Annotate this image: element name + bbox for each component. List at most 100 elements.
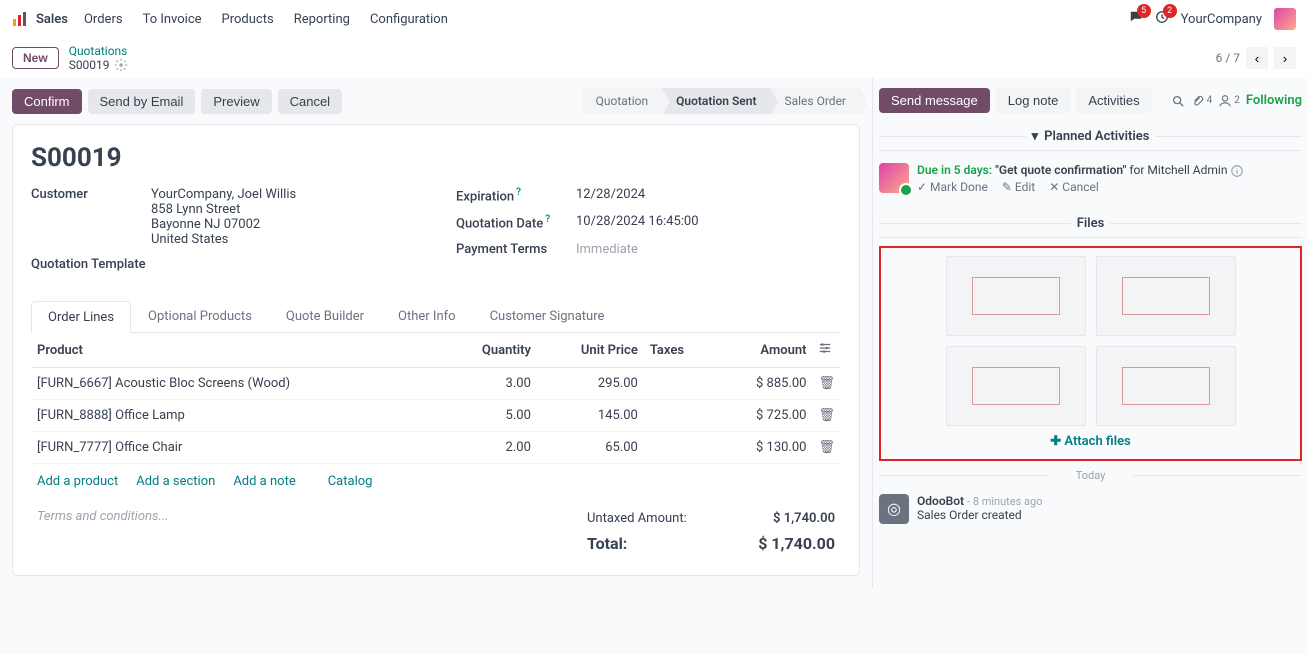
expiration-field[interactable]: 12/28/2024 xyxy=(576,187,841,204)
nav-configuration[interactable]: Configuration xyxy=(370,12,448,27)
cell-quantity[interactable]: 5.00 xyxy=(442,400,537,432)
info-icon[interactable] xyxy=(1230,164,1244,178)
table-row[interactable]: [FURN_8888] Office Lamp 5.00 145.00 $ 72… xyxy=(31,400,841,432)
send-email-button[interactable]: Send by Email xyxy=(88,89,196,114)
cancel-button[interactable]: Cancel xyxy=(278,89,342,114)
action-bar: Confirm Send by Email Preview Cancel Quo… xyxy=(12,78,860,124)
label-expiration: Expiration? xyxy=(456,187,576,204)
send-message-button[interactable]: Send message xyxy=(879,88,990,113)
step-quotation[interactable]: Quotation xyxy=(582,88,662,114)
nav-to-invoice[interactable]: To Invoice xyxy=(143,12,202,27)
cell-product[interactable]: [FURN_7777] Office Chair xyxy=(31,432,442,464)
chat-badge: 5 xyxy=(1137,4,1151,18)
tab-optional-products[interactable]: Optional Products xyxy=(131,300,269,332)
activities-button[interactable]: Activities xyxy=(1076,88,1151,113)
activity-title: "Get quote confirmation" xyxy=(995,163,1126,177)
file-thumbnail[interactable] xyxy=(946,256,1086,336)
chatter: Send message Log note Activities 4 2 Fol… xyxy=(872,78,1308,588)
customer-field[interactable]: YourCompany, Joel Willis 858 Lynn Street… xyxy=(151,187,416,247)
step-quotation-sent[interactable]: Quotation Sent xyxy=(662,88,770,114)
help-icon[interactable]: ? xyxy=(516,187,521,198)
add-product-link[interactable]: Add a product xyxy=(37,474,118,489)
file-thumbnail[interactable] xyxy=(946,346,1086,426)
log-note-button[interactable]: Log note xyxy=(996,88,1071,113)
paperclip-icon xyxy=(1191,94,1205,108)
totals: Untaxed Amount: $ 1,740.00 Total: $ 1,74… xyxy=(581,507,841,557)
breadcrumb-bar: New Quotations S00019 6 / 7 ‹ › xyxy=(0,38,1308,78)
cell-taxes[interactable] xyxy=(644,400,716,432)
user-avatar[interactable] xyxy=(1274,8,1296,30)
app-logo-icon xyxy=(12,11,28,27)
followers-count[interactable]: 2 xyxy=(1218,94,1240,108)
tab-order-lines[interactable]: Order Lines xyxy=(31,301,131,333)
breadcrumb-parent[interactable]: Quotations xyxy=(69,44,1216,58)
columns-settings-icon[interactable] xyxy=(818,341,832,355)
quotation-date-field[interactable]: 10/28/2024 16:45:00 xyxy=(576,214,841,231)
activity-badge: 2 xyxy=(1163,4,1177,18)
tab-quote-builder[interactable]: Quote Builder xyxy=(269,300,381,332)
col-unit-price: Unit Price xyxy=(537,333,644,368)
log-entry: ◎ OdooBot - 8 minutes ago Sales Order cr… xyxy=(879,490,1302,528)
mark-done-button[interactable]: ✓ Mark Done xyxy=(917,180,988,194)
activity-clock-icon[interactable]: 2 xyxy=(1155,10,1169,28)
cell-taxes[interactable] xyxy=(644,368,716,400)
pager-prev[interactable]: ‹ xyxy=(1246,47,1268,69)
terms-input[interactable]: Terms and conditions... xyxy=(31,499,581,557)
step-sales-order[interactable]: Sales Order xyxy=(770,88,860,114)
plus-icon: ✚ xyxy=(1050,434,1061,449)
cancel-activity-button[interactable]: ✕ Cancel xyxy=(1049,180,1099,194)
pager-next[interactable]: › xyxy=(1274,47,1296,69)
search-icon[interactable] xyxy=(1171,94,1185,108)
delete-line-icon[interactable]: 🗑 xyxy=(818,376,835,391)
quotation-template-field[interactable] xyxy=(151,257,416,272)
app-name[interactable]: Sales xyxy=(36,12,68,27)
pager-text: 6 / 7 xyxy=(1216,51,1240,65)
activity-due: Due in 5 days: xyxy=(917,163,992,177)
cell-unit-price[interactable]: 65.00 xyxy=(537,432,644,464)
payment-terms-field[interactable]: Immediate xyxy=(576,242,638,257)
company-switcher[interactable]: YourCompany xyxy=(1181,12,1262,27)
cell-product[interactable]: [FURN_8888] Office Lamp xyxy=(31,400,442,432)
planned-activities-header[interactable]: ▾Planned Activities xyxy=(879,123,1302,151)
cell-quantity[interactable]: 2.00 xyxy=(442,432,537,464)
edit-activity-button[interactable]: ✎ Edit xyxy=(1002,180,1035,194)
table-row[interactable]: [FURN_6667] Acoustic Bloc Screens (Wood)… xyxy=(31,368,841,400)
cell-product[interactable]: [FURN_6667] Acoustic Bloc Screens (Wood) xyxy=(31,368,442,400)
label-customer: Customer xyxy=(31,187,151,247)
line-actions: Add a product Add a section Add a note C… xyxy=(31,464,841,499)
help-icon[interactable]: ? xyxy=(545,214,550,225)
col-quantity: Quantity xyxy=(442,333,537,368)
cell-amount: $ 885.00 xyxy=(716,368,813,400)
chat-icon[interactable]: 5 xyxy=(1129,10,1143,28)
cell-unit-price[interactable]: 145.00 xyxy=(537,400,644,432)
page-title: S00019 xyxy=(31,143,841,173)
cell-taxes[interactable] xyxy=(644,432,716,464)
attachments-count[interactable]: 4 xyxy=(1191,94,1213,108)
attach-files-button[interactable]: ✚ Attach files xyxy=(889,426,1292,451)
preview-button[interactable]: Preview xyxy=(201,89,271,114)
nav-orders[interactable]: Orders xyxy=(84,12,123,27)
cell-unit-price[interactable]: 295.00 xyxy=(537,368,644,400)
nav-reporting[interactable]: Reporting xyxy=(294,12,350,27)
order-lines-table: Product Quantity Unit Price Taxes Amount… xyxy=(31,333,841,464)
untaxed-label: Untaxed Amount: xyxy=(587,511,687,526)
topbar: Sales Orders To Invoice Products Reporti… xyxy=(0,0,1308,38)
delete-line-icon[interactable]: 🗑 xyxy=(818,408,835,423)
delete-line-icon[interactable]: 🗑 xyxy=(818,440,835,455)
confirm-button[interactable]: Confirm xyxy=(12,89,82,114)
col-taxes: Taxes xyxy=(644,333,716,368)
following-toggle[interactable]: Following xyxy=(1246,93,1302,108)
table-row[interactable]: [FURN_7777] Office Chair 2.00 65.00 $ 13… xyxy=(31,432,841,464)
label-quotation-template: Quotation Template xyxy=(31,257,151,272)
catalog-link[interactable]: Catalog xyxy=(328,474,373,489)
file-thumbnail[interactable] xyxy=(1096,256,1236,336)
nav-products[interactable]: Products xyxy=(222,12,274,27)
new-button[interactable]: New xyxy=(12,47,59,69)
add-note-link[interactable]: Add a note xyxy=(233,474,295,489)
tab-customer-signature[interactable]: Customer Signature xyxy=(473,300,622,332)
add-section-link[interactable]: Add a section xyxy=(136,474,215,489)
gear-icon[interactable] xyxy=(114,58,128,72)
cell-quantity[interactable]: 3.00 xyxy=(442,368,537,400)
file-thumbnail[interactable] xyxy=(1096,346,1236,426)
tab-other-info[interactable]: Other Info xyxy=(381,300,473,332)
